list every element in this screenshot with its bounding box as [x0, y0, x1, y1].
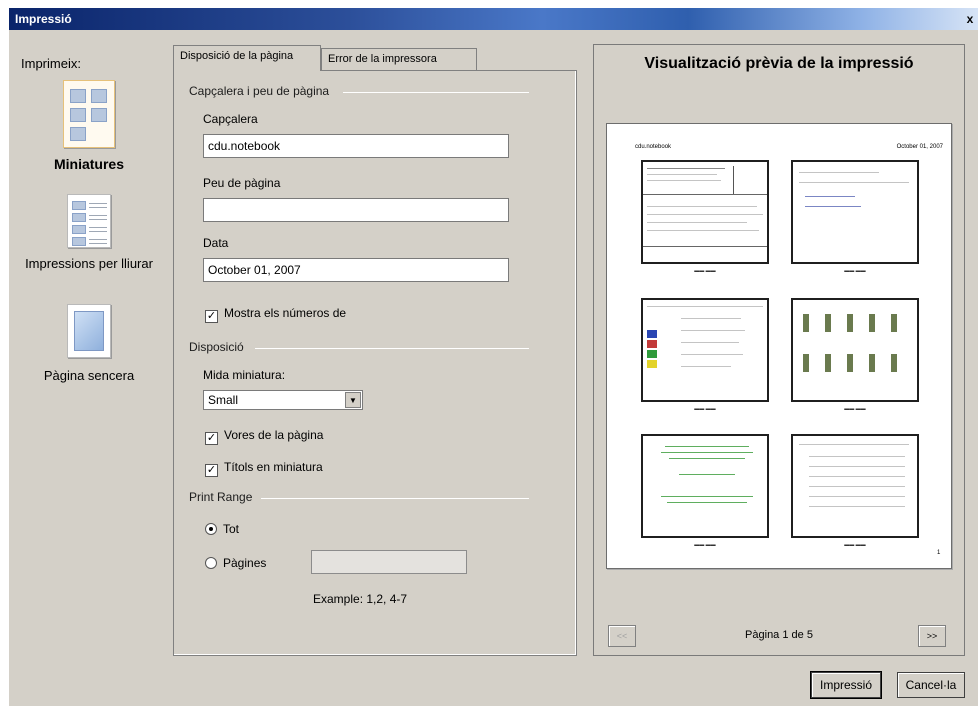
print-button[interactable]: Impressió: [810, 671, 882, 699]
range-pages-label: Pàgines: [223, 556, 267, 570]
date-input[interactable]: October 01, 2007: [203, 258, 509, 282]
show-numbers-checkbox[interactable]: ✓ Mostra els números de: [205, 306, 353, 323]
print-preview: Visualització prèvia de la impressió cdu…: [593, 44, 965, 656]
footer-label: Peu de pàgina: [203, 176, 281, 190]
pages-input[interactable]: [311, 550, 467, 574]
chevron-down-icon[interactable]: ▼: [345, 392, 361, 408]
slide-caption: ▬▬ ▬▬: [844, 542, 866, 548]
checkbox-check-icon: ✓: [205, 432, 218, 445]
header-label: Capçalera: [203, 112, 258, 126]
header-footer-group-title: Capçalera i peu de pàgina: [189, 84, 330, 98]
thumbnails-icon: [63, 80, 115, 148]
mode-handouts[interactable]: Impressions per lliurar: [9, 194, 169, 271]
checkbox-check-icon: ✓: [205, 464, 218, 477]
full-page-icon: [67, 304, 111, 358]
window-title: Impressió: [15, 12, 72, 26]
preview-title: Visualització prèvia de la impressió: [644, 55, 914, 72]
thumb-size-value: Small: [208, 393, 239, 407]
thumb-size-label: Mida miniatura:: [203, 368, 286, 382]
next-page-button[interactable]: >>: [918, 625, 946, 647]
mode-thumbnails[interactable]: Miniatures: [9, 80, 169, 172]
radio-selected-icon: [205, 523, 217, 535]
tab-page-layout[interactable]: Disposició de la pàgina: [173, 45, 321, 71]
cancel-button[interactable]: Cancel·la: [897, 672, 965, 698]
checkbox-check-icon: ✓: [205, 310, 218, 323]
header-input[interactable]: cdu.notebook: [203, 134, 509, 158]
range-all-label: Tot: [223, 522, 240, 536]
slide-thumbnail: [641, 298, 769, 402]
tab-printer-error[interactable]: Error de la impressora: [321, 48, 477, 70]
page-indicator: Pàgina 1 de 5: [745, 629, 813, 641]
slide-thumbnail: [791, 434, 919, 538]
range-all-radio[interactable]: Tot: [205, 522, 239, 536]
slide-thumbnail: [791, 160, 919, 264]
preview-sheet: cdu.notebook October 01, 2007 ▬▬ ▬▬ ▬▬ ▬…: [606, 123, 952, 569]
layout-group-title: Disposició: [189, 340, 244, 354]
page-borders-checkbox[interactable]: ✓ Vores de la pàgina: [205, 428, 323, 445]
range-example: Example: 1,2, 4-7: [313, 592, 408, 606]
slide-caption: ▬▬ ▬▬: [844, 268, 866, 274]
group-divider: [261, 498, 529, 499]
thumb-titles-checkbox[interactable]: ✓ Títols en miniatura: [205, 460, 323, 477]
thumb-size-select[interactable]: Small ▼: [203, 390, 363, 410]
slide-caption: ▬▬ ▬▬: [694, 268, 716, 274]
slide-caption: ▬▬ ▬▬: [694, 406, 716, 412]
title-bar[interactable]: Impressió x: [9, 8, 978, 30]
print-mode-label: Imprimeix:: [21, 56, 81, 71]
slide-thumbnail: [641, 434, 769, 538]
sheet-header-right: October 01, 2007: [896, 144, 943, 150]
slide-caption: ▬▬ ▬▬: [844, 406, 866, 412]
group-divider: [255, 348, 529, 349]
thumb-titles-label: Títols en miniatura: [224, 460, 323, 474]
close-icon[interactable]: x: [963, 11, 977, 27]
print-dialog: Impressió x Imprimeix: Miniatures Impres…: [8, 8, 978, 706]
slide-thumbnail: [791, 298, 919, 402]
group-divider: [343, 92, 529, 93]
date-label: Data: [203, 236, 229, 250]
page-borders-label: Vores de la pàgina: [224, 428, 324, 442]
show-numbers-label: Mostra els números de: [224, 306, 347, 320]
slide-caption: ▬▬ ▬▬: [694, 542, 716, 548]
handouts-icon: [67, 194, 111, 248]
footer-input[interactable]: [203, 198, 509, 222]
mode-full-page-label: Pàgina sencera: [43, 368, 135, 383]
mode-full-page[interactable]: Pàgina sencera: [9, 304, 169, 383]
mode-thumbnails-label: Miniatures: [53, 156, 124, 172]
mode-handouts-label: Impressions per lliurar: [25, 256, 153, 271]
slide-thumbnail: [641, 160, 769, 264]
sheet-header-left: cdu.notebook: [635, 144, 672, 150]
sheet-page-number: 1: [937, 550, 941, 556]
print-range-group-title: Print Range: [189, 490, 253, 504]
radio-unselected-icon: [205, 557, 217, 569]
range-pages-radio[interactable]: Pàgines: [205, 556, 266, 570]
